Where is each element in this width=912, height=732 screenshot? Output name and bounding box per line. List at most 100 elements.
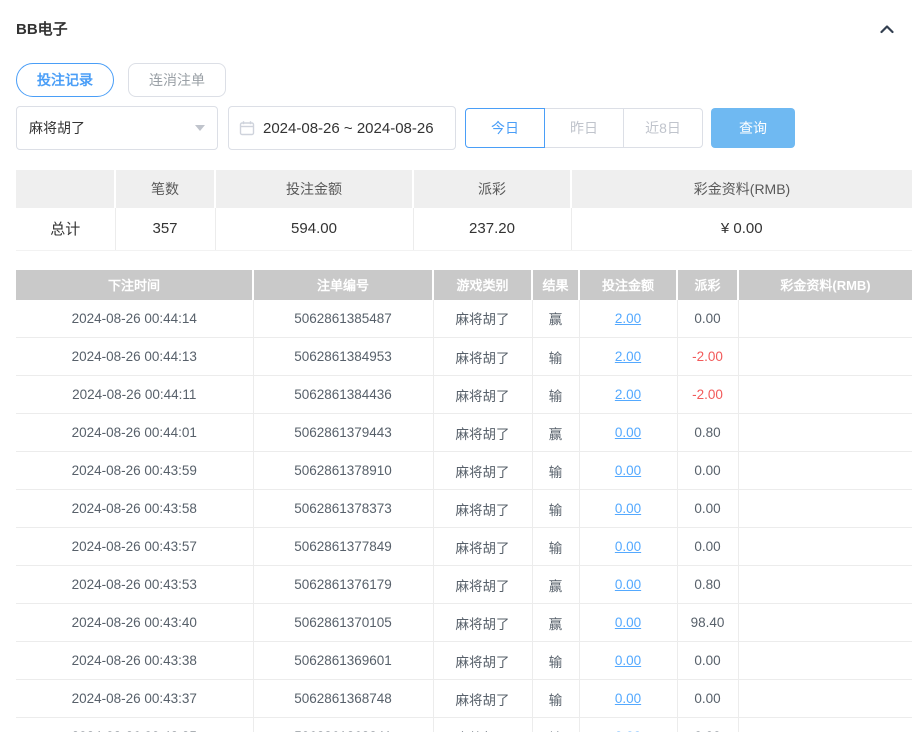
table-row: 2024-08-26 00:43:57 5062861377849 麻将胡了 输… [16,528,912,566]
order-no-cell: 5062861378910 [253,452,433,490]
payout-cell: 0.00 [677,680,738,718]
bet-amount-cell: 2.00 [579,338,677,376]
today-button[interactable]: 今日 [465,108,545,148]
last-8-days-button[interactable]: 近8日 [623,108,703,148]
game-type-cell: 麻将胡了 [433,642,532,680]
bet-amount-link[interactable]: 2.00 [615,387,641,402]
date-range-input[interactable]: 2024-08-26 ~ 2024-08-26 [228,106,456,150]
table-row: 2024-08-26 00:43:38 5062861369601 麻将胡了 输… [16,642,912,680]
tab-cascade-orders[interactable]: 连消注单 [128,63,226,97]
records-col-game-type: 游戏类别 [433,270,532,300]
bet-time-cell: 2024-08-26 00:43:38 [16,642,253,680]
table-row: 2024-08-26 00:43:37 5062861368748 麻将胡了 输… [16,680,912,718]
jackpot-cell [738,642,912,680]
chevron-up-icon [878,21,896,37]
result-cell: 输 [532,338,579,376]
table-row: 2024-08-26 00:44:11 5062861384436 麻将胡了 输… [16,376,912,414]
jackpot-cell [738,376,912,414]
order-no-cell: 5062861378373 [253,490,433,528]
yesterday-button[interactable]: 昨日 [544,108,624,148]
bet-time-cell: 2024-08-26 00:44:13 [16,338,253,376]
bet-amount-link[interactable]: 2.00 [615,349,641,364]
bet-amount-link[interactable]: 0.00 [615,653,641,668]
query-button[interactable]: 查询 [711,108,795,148]
summary-col-payout: 派彩 [413,170,571,208]
summary-col-blank [16,170,115,208]
game-type-cell: 麻将胡了 [433,300,532,338]
quick-range-group: 今日 昨日 近8日 [465,108,703,148]
bet-time-cell: 2024-08-26 00:43:59 [16,452,253,490]
tab-bet-records[interactable]: 投注记录 [16,63,114,97]
result-cell: 赢 [532,604,579,642]
collapse-button[interactable] [876,19,898,39]
summary-col-count: 笔数 [115,170,215,208]
game-type-cell: 麻将胡了 [433,680,532,718]
order-no-cell: 5062861384953 [253,338,433,376]
order-no-cell: 5062861369601 [253,642,433,680]
table-row: 2024-08-26 00:43:58 5062861378373 麻将胡了 输… [16,490,912,528]
game-type-cell: 麻将胡了 [433,718,532,732]
jackpot-cell [738,414,912,452]
order-no-cell: 5062861376179 [253,566,433,604]
bet-time-cell: 2024-08-26 00:44:14 [16,300,253,338]
bet-amount-link[interactable]: 0.00 [615,463,641,478]
table-row: 2024-08-26 00:43:59 5062861378910 麻将胡了 输… [16,452,912,490]
summary-total-bet-amount: 594.00 [215,208,413,250]
bet-amount-cell: 2.00 [579,376,677,414]
summary-table: 笔数 投注金额 派彩 彩金资料(RMB) 总计 357 594.00 237.2… [16,170,912,251]
bet-amount-link[interactable]: 0.00 [615,539,641,554]
records-body: 2024-08-26 00:44:14 5062861385487 麻将胡了 赢… [16,300,912,732]
jackpot-cell [738,490,912,528]
order-no-cell: 5062861368241 [253,718,433,732]
table-row: 2024-08-26 00:43:40 5062861370105 麻将胡了 赢… [16,604,912,642]
summary-col-jackpot: 彩金资料(RMB) [571,170,912,208]
result-cell: 输 [532,680,579,718]
bet-time-cell: 2024-08-26 00:43:53 [16,566,253,604]
jackpot-cell [738,528,912,566]
bet-amount-cell: 0.00 [579,566,677,604]
chevron-down-icon [195,125,205,131]
bet-amount-link[interactable]: 2.00 [615,311,641,326]
bet-amount-link[interactable]: 0.00 [615,577,641,592]
jackpot-cell [738,566,912,604]
bet-amount-link[interactable]: 0.00 [615,691,641,706]
summary-total-label: 总计 [16,208,115,250]
records-col-order-no: 注单编号 [253,270,433,300]
bet-time-cell: 2024-08-26 00:43:58 [16,490,253,528]
game-type-cell: 麻将胡了 [433,566,532,604]
records-col-result: 结果 [532,270,579,300]
bet-amount-cell: 0.00 [579,642,677,680]
order-no-cell: 5062861385487 [253,300,433,338]
order-no-cell: 5062861370105 [253,604,433,642]
order-no-cell: 5062861377849 [253,528,433,566]
result-cell: 输 [532,528,579,566]
payout-cell: 98.40 [677,604,738,642]
summary-total-count: 357 [115,208,215,250]
panel-header: BB电子 [0,0,912,39]
bet-amount-cell: 0.00 [579,718,677,732]
bet-amount-cell: 0.00 [579,680,677,718]
result-cell: 输 [532,376,579,414]
payout-cell: 0.80 [677,566,738,604]
bet-amount-link[interactable]: 0.00 [615,615,641,630]
records-table: 下注时间 注单编号 游戏类别 结果 投注金额 派彩 彩金资料(RMB) 2024… [16,270,912,732]
records-col-payout: 派彩 [677,270,738,300]
bet-time-cell: 2024-08-26 00:44:01 [16,414,253,452]
bet-time-cell: 2024-08-26 00:43:35 [16,718,253,732]
bet-amount-link[interactable]: 0.00 [615,501,641,516]
bet-amount-cell: 0.00 [579,490,677,528]
result-cell: 输 [532,642,579,680]
table-row: 2024-08-26 00:44:13 5062861384953 麻将胡了 输… [16,338,912,376]
bet-amount-cell: 0.00 [579,604,677,642]
payout-cell: 0.80 [677,414,738,452]
game-select[interactable]: 麻将胡了 [16,106,218,150]
bet-time-cell: 2024-08-26 00:44:11 [16,376,253,414]
calendar-icon [239,120,255,136]
bet-amount-link[interactable]: 0.00 [615,425,641,440]
records-header-row: 下注时间 注单编号 游戏类别 结果 投注金额 派彩 彩金资料(RMB) [16,270,912,300]
game-type-cell: 麻将胡了 [433,414,532,452]
game-type-cell: 麻将胡了 [433,490,532,528]
table-row: 2024-08-26 00:43:53 5062861376179 麻将胡了 赢… [16,566,912,604]
jackpot-cell [738,604,912,642]
payout-cell: -2.00 [677,376,738,414]
